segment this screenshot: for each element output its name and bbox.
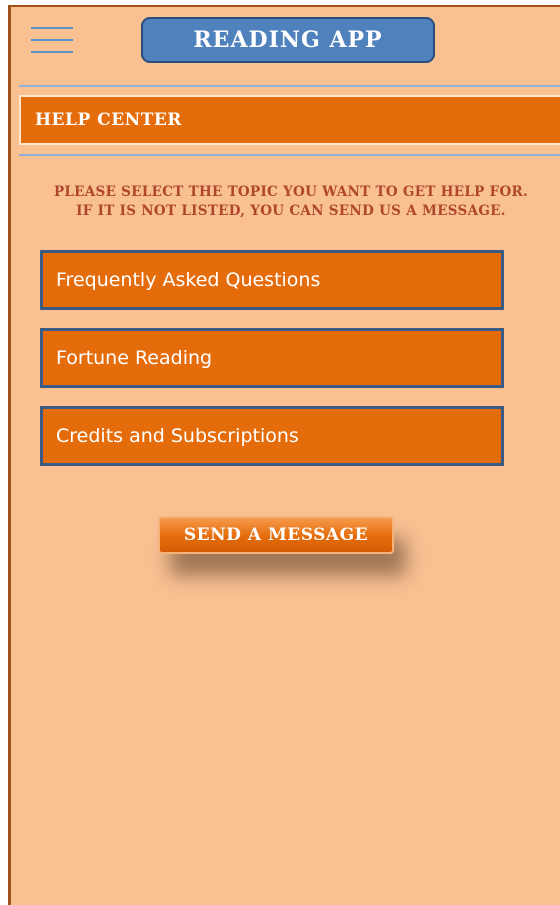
topic-label: Fortune Reading — [56, 347, 213, 369]
topic-credits-subscriptions-button[interactable]: Credits and Subscriptions — [40, 406, 504, 466]
instructions-line-1: PLEASE SELECT THE TOPIC YOU WANT TO GET … — [53, 184, 529, 200]
hamburger-menu-icon[interactable] — [31, 25, 73, 55]
send-message-button[interactable]: SEND A MESSAGE — [158, 516, 394, 554]
divider-bottom — [19, 154, 560, 156]
help-center-header: HELP CENTER — [19, 95, 560, 145]
topic-label: Credits and Subscriptions — [56, 425, 299, 447]
divider-top — [19, 85, 560, 87]
topic-label: Frequently Asked Questions — [56, 269, 321, 291]
help-center-title: HELP CENTER — [35, 110, 182, 130]
topic-faq-button[interactable]: Frequently Asked Questions — [40, 250, 504, 310]
topic-fortune-reading-button[interactable]: Fortune Reading — [40, 328, 504, 388]
menu-bar-line — [31, 39, 73, 41]
app-screen: READING APP HELP CENTER PLEASE SELECT TH… — [8, 5, 560, 905]
help-instructions: PLEASE SELECT THE TOPIC YOU WANT TO GET … — [31, 183, 551, 221]
instructions-line-2: IF IT IS NOT LISTED, YOU CAN SEND US A M… — [76, 203, 506, 219]
menu-bar-line — [31, 27, 73, 29]
send-message-label: SEND A MESSAGE — [183, 525, 369, 545]
app-title: READING APP — [141, 17, 435, 63]
menu-bar-line — [31, 51, 73, 53]
app-title-text: READING APP — [193, 27, 383, 53]
